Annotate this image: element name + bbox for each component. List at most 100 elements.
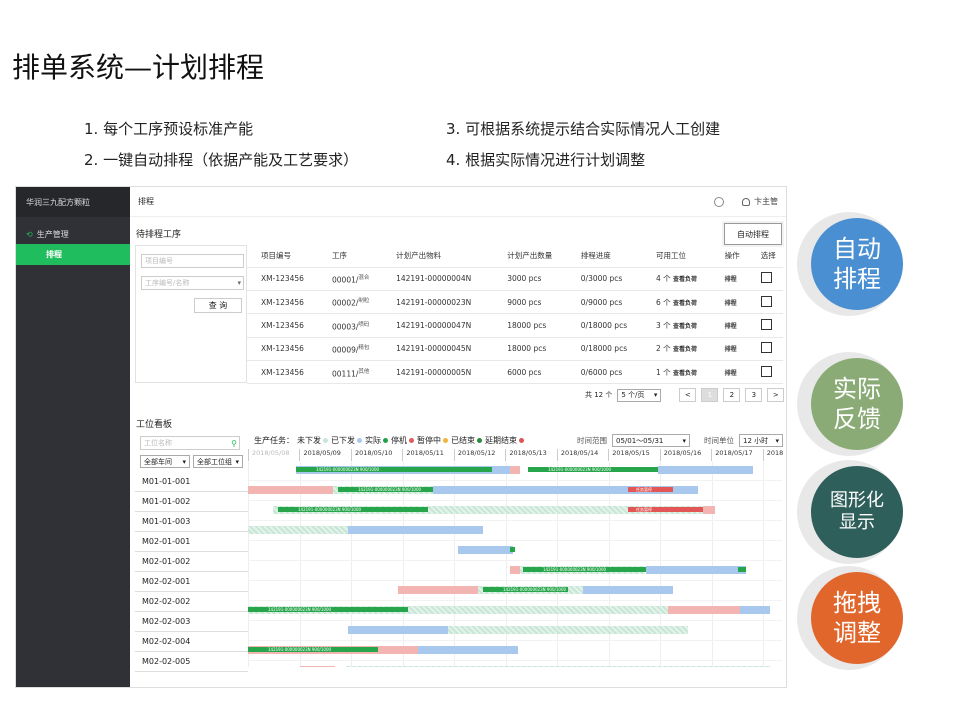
time-unit-select[interactable]: 12 小时 ▾ — [739, 434, 783, 447]
gantt-pause-tag[interactable]: 任务暂停 — [628, 487, 673, 492]
gantt-task-bar[interactable] — [658, 466, 753, 474]
gantt-task-bar[interactable] — [510, 566, 520, 574]
row-checkbox[interactable] — [760, 365, 772, 377]
gantt-task-bar[interactable] — [348, 526, 483, 534]
gantt-task-bar[interactable]: 142191-000000023N 900/1000 — [528, 467, 658, 472]
gantt-chart[interactable]: 142191-000000023N 900/1000 142191-0000000… — [248, 462, 782, 667]
prev-page-button[interactable]: < — [679, 388, 697, 402]
gantt-task-bar[interactable] — [646, 566, 746, 574]
gantt-pause-tag[interactable]: 任务暂停 — [628, 507, 703, 512]
gantt-task-bar[interactable] — [510, 466, 520, 474]
station-search-input[interactable]: 工位名称 ⚲ — [140, 436, 240, 450]
cell-stations: 2 个 查看负荷 — [642, 337, 711, 362]
station-row[interactable]: M01-01-003 — [135, 512, 248, 532]
table-row: XM-123456 00111/其他 142191-00000005N 6000 pc… — [247, 360, 783, 385]
message-icon[interactable] — [714, 196, 724, 207]
chevron-down-icon: ▾ — [235, 457, 239, 466]
auto-schedule-button[interactable]: 自动排程 — [724, 223, 782, 245]
station-row[interactable]: M02-02-001 — [135, 572, 248, 592]
schedule-link[interactable]: 排程 — [725, 300, 737, 307]
gantt-task-bar[interactable]: 142191-000000023N 900/1000 — [338, 487, 433, 492]
station-row[interactable]: M02-01-002 — [135, 552, 248, 572]
cell-process: 00009/精包 — [318, 337, 383, 362]
gantt-task-bar[interactable] — [346, 666, 771, 667]
cell-select — [746, 337, 783, 362]
legend-item: 延期结束 — [485, 435, 524, 446]
schedule-link[interactable]: 排程 — [725, 323, 737, 330]
feature-badge: 自动 排程 — [811, 218, 903, 310]
gantt-task-bar[interactable]: 142191-000000023N 900/1000 — [278, 507, 428, 512]
schedule-link[interactable]: 排程 — [725, 370, 737, 377]
gantt-task-bar[interactable] — [448, 626, 688, 634]
view-load-link[interactable]: 查看负荷 — [673, 346, 697, 353]
pending-section-title: 待排程工序 — [136, 230, 182, 240]
page-button-1[interactable]: 1 — [701, 388, 719, 402]
row-checkbox[interactable] — [760, 342, 772, 354]
main-content: 排程 卞主管 待排程工序 自动排程 项目编号 工序编号/名称 ▾ 查 询 项目编… — [130, 187, 786, 687]
gantt-task-bar[interactable] — [510, 547, 515, 552]
process-name: 精包 — [358, 345, 370, 352]
process-select[interactable]: 工序编号/名称 ▾ — [141, 276, 244, 290]
station-row[interactable]: M02-02-002 — [135, 592, 248, 612]
page-button-3[interactable]: 3 — [745, 388, 763, 402]
workshop-select[interactable]: 全部车间 ▾ — [140, 455, 190, 468]
gantt-task-bar[interactable] — [583, 586, 673, 594]
sidebar-group-production[interactable]: ⟲ 生产管理 — [16, 225, 130, 244]
gantt-task-bar[interactable]: 142191-000000023N 900/1000 — [248, 607, 408, 612]
view-load-link[interactable]: 查看负荷 — [673, 323, 697, 330]
gantt-task-bar[interactable] — [398, 586, 478, 594]
gantt-task-bar[interactable] — [418, 646, 518, 654]
gantt-task-bar[interactable] — [668, 606, 740, 614]
station-count: 2 个 — [656, 344, 674, 354]
legend-label-text: 实际 — [365, 436, 381, 445]
gantt-task-bar[interactable] — [248, 486, 333, 494]
station-group-select[interactable]: 全部工位组 ▾ — [193, 455, 243, 468]
date-label: 2018/05/12 — [453, 449, 505, 461]
table-row: XM-123456 00003/喷码 142191-00000047N 18000 p… — [247, 313, 783, 338]
gantt-task-bar[interactable]: 142191-000000023N 900/1000 — [296, 467, 492, 472]
time-range-select[interactable]: 05/01～05/31 ▾ — [612, 434, 690, 447]
view-load-link[interactable]: 查看负荷 — [673, 370, 697, 377]
project-number-input[interactable]: 项目编号 — [141, 254, 244, 268]
station-row[interactable]: M01-01-002 — [135, 492, 248, 512]
station-group-select-value: 全部工位组 — [197, 457, 232, 466]
page-button-2[interactable]: 2 — [723, 388, 741, 402]
station-row[interactable]: M02-02-003 — [135, 612, 248, 632]
station-row[interactable]: M02-02-004 — [135, 632, 248, 652]
query-button[interactable]: 查 询 — [194, 298, 242, 313]
gantt-task-bar[interactable]: 142191-000000023N 900/1000 — [483, 587, 568, 592]
next-page-button[interactable]: > — [767, 388, 785, 402]
gantt-task-bar[interactable]: 142191-000000023N 900/1000 — [248, 647, 378, 652]
gantt-task-bar[interactable] — [300, 666, 335, 667]
row-checkbox[interactable] — [760, 318, 772, 330]
row-checkbox[interactable] — [760, 272, 772, 284]
sidebar-item-schedule[interactable]: 排程 — [16, 244, 130, 265]
station-row[interactable]: M02-01-001 — [135, 532, 248, 552]
gantt-task-bar[interactable] — [458, 546, 513, 554]
legend-item: 实际 — [365, 435, 388, 446]
view-load-link[interactable]: 查看负荷 — [673, 276, 697, 283]
pagination-total: 共 12 个 — [585, 391, 613, 399]
cell-material: 142191-00000047N — [382, 313, 494, 338]
page-size-select[interactable]: 5 个/页 ▾ — [617, 388, 662, 402]
station-row[interactable]: M01-01-001 — [135, 472, 248, 492]
view-load-link[interactable]: 查看负荷 — [673, 300, 697, 307]
schedule-link[interactable]: 排程 — [725, 276, 737, 283]
gantt-task-bar[interactable] — [738, 567, 746, 572]
legend-label-text: 暂停中 — [417, 436, 441, 445]
station-row[interactable]: M02-02-005 — [135, 652, 248, 672]
user-menu[interactable]: 卞主管 — [742, 196, 778, 207]
schedule-link[interactable]: 排程 — [725, 346, 737, 353]
gantt-row-line — [248, 600, 782, 601]
column-header: 选择 — [746, 245, 783, 268]
gantt-task-bar[interactable] — [248, 526, 348, 534]
column-header: 操作 — [710, 245, 747, 268]
gantt-task-bar[interactable] — [703, 506, 715, 514]
gantt-task-bar[interactable] — [740, 606, 770, 614]
gantt-task-bar[interactable]: 142191-000000023N 900/1000 — [523, 567, 648, 572]
cell-project: XM-123456 — [247, 337, 318, 362]
column-header: 项目编号 — [247, 245, 318, 268]
row-checkbox[interactable] — [760, 295, 772, 307]
feature-badge-text: 自动 排程 — [833, 234, 881, 294]
sidebar-group-label: 生产管理 — [36, 230, 69, 239]
